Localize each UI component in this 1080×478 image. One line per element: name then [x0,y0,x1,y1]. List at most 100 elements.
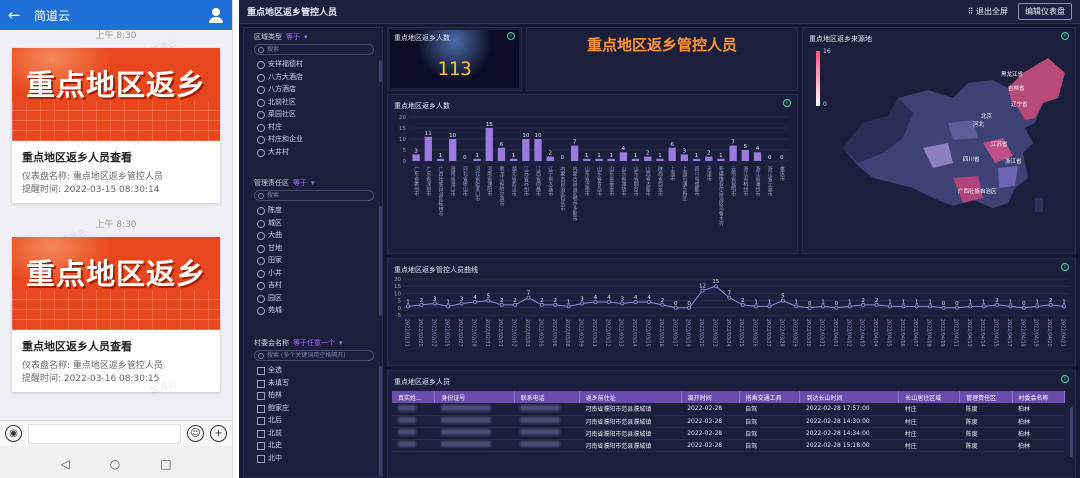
filter-search[interactable]: 搜索 [254,190,374,201]
filter-option[interactable]: 八方酒店 [244,83,384,96]
filter-option[interactable]: 小井 [244,267,384,280]
table-header[interactable]: 返乡前住址 [579,391,682,403]
table-header[interactable]: 身份证号 [434,391,515,403]
edit-dashboard-button[interactable]: 编辑仪表盘 [1018,3,1072,20]
filter-option[interactable]: 柏林 [244,389,384,402]
filter-option[interactable]: 大曲 [244,229,384,242]
scrollbar[interactable] [379,60,382,82]
filter-option[interactable]: 北后 [244,414,384,427]
table-row[interactable]: 河南省濮阳市范县濮城镇 2022-02-28 自驾 2022-02-28 14:30:… [392,415,1065,428]
x-tick-label: 山东省潍坊市 [620,165,626,197]
redacted-value [440,429,491,435]
filter-option[interactable]: 村庄 [244,121,384,134]
filter-option[interactable]: 八方大酒店 [244,71,384,84]
filter-option[interactable]: 北史 [244,439,384,452]
filter-option[interactable]: 城区 [244,217,384,230]
message-banner: 重点地区返乡 [12,48,220,141]
bar-value-label: 10 [449,133,456,139]
table-cell: 2022-02-28 [681,427,740,440]
filter-op[interactable]: 等于 [293,179,307,187]
message-card[interactable]: 重点地区返乡 重点地区返乡人员查看 仪表盘名称: 重点地区返乡管控人员 提醒时间… [12,48,220,203]
table-header[interactable]: 长山居住区域 [898,391,961,403]
filter-option[interactable]: 苑城 [244,304,384,317]
table-header[interactable]: 真实姓... [392,391,436,403]
filter-option[interactable]: 安祥福德村 [244,58,384,71]
user-icon[interactable] [208,7,224,23]
nav-home-icon[interactable]: ○ [110,457,120,471]
point-value-label: 1 [821,299,825,305]
emoji-icon[interactable]: ☺ [187,425,204,442]
info-icon[interactable]: i [783,99,791,107]
line-series [407,285,1065,309]
dashboard-title: 重点地区返乡管控人员 [247,8,338,18]
bar-value-label: 0 [561,155,565,161]
table-row[interactable]: 河南省濮阳市范县濮城镇 2022-02-28 自驾 2022-02-28 17:57:… [392,403,1065,416]
exit-fullscreen-button[interactable]: ⠿ 退出全屏 [968,6,1008,17]
filter-search[interactable]: 搜索 (多个关键词用空格隔开) [254,350,374,361]
bar-chart-panel: 重点地区返乡人数 i 0 5 10 15 20 3 广东省惠州市 11 广东省深圳市 1 广西壮族自… [387,94,798,254]
bar [497,147,506,161]
table-cell [392,415,435,428]
filter-option[interactable]: 甘地 [244,242,384,255]
china-map[interactable]: 黑龙江省吉林省辽宁省北京河北江苏省浙江省 四川省广西壮族自治区 [803,28,1077,255]
map-label: 广西壮族自治区 [958,187,997,195]
filter-option[interactable]: 全选 [244,364,384,377]
x-tick-label: 2022/04/14 [979,319,985,347]
filter-option[interactable]: 北前 [244,427,384,440]
filter-op[interactable]: 等于任意一个 [293,339,335,347]
filter-option[interactable]: 田家 [244,254,384,267]
table-cell [392,403,435,416]
table-header[interactable]: 搭乘交通工具 [739,391,801,403]
table-header[interactable]: 到达长山时间 [799,391,900,403]
filter-search[interactable]: 搜索 [254,44,374,55]
scrollbar[interactable] [379,366,382,476]
bar-value-label: 1 [695,153,699,159]
add-icon[interactable]: + [210,425,227,442]
bar-value-label: 2 [646,151,650,157]
filter-option[interactable]: 园区 [244,292,384,305]
filter-option[interactable]: 陈度 [244,204,384,217]
filter-label: 区域类型 [254,33,282,41]
filter-option[interactable]: 菜园社区 [244,108,384,121]
x-tick-label: 2022/04/02 [845,319,851,347]
filter-option[interactable]: 北前社区 [244,96,384,109]
point-value-label: 1 [902,299,906,305]
filter-option[interactable]: 北中 [244,452,384,465]
scrollbar[interactable] [1070,407,1073,457]
point-value-label: 1 [446,299,450,305]
voice-icon[interactable]: ◉ [5,425,22,442]
table-header[interactable]: 离开时间 [681,391,740,403]
filter-option[interactable]: 吉村 [244,279,384,292]
x-tick-label: 2022/02/20 [417,319,423,347]
info-icon[interactable]: i [1061,375,1069,383]
table-header[interactable]: 联系电话 [514,391,580,403]
filter-option[interactable]: 未填写 [244,377,384,390]
bar-value-label: 7 [573,140,577,146]
nav-recent-icon[interactable]: □ [160,457,171,471]
x-tick-label: 上海市浦东新区 [681,165,687,201]
message-input[interactable] [28,423,181,444]
filter-option[interactable]: 村庄和企业 [244,133,384,146]
bar [485,128,493,161]
x-tick-label: 天津市 [706,166,712,182]
x-tick-label: 广西壮族自治区桂林市 [437,165,443,217]
info-icon[interactable]: i [507,32,515,40]
table-header[interactable]: 村委会名称 [1012,391,1066,403]
table-header[interactable]: 管理责任区 [959,391,1013,403]
table-row[interactable]: 河南省濮阳市范县濮城镇 2022-02-28 自驾 2022-02-28 15:18:… [392,439,1065,452]
back-arrow-icon[interactable]: ← [8,6,34,24]
table-cell [434,439,515,452]
filter-option[interactable]: 大井村 [244,146,384,159]
x-tick-label: 江西省南昌市 [535,165,541,197]
filter-option[interactable]: 鲍家庄 [244,402,384,415]
table-row[interactable]: 河南省濮阳市范县濮城镇 2022-02-28 自驾 2022-02-28 14:34:… [392,427,1065,440]
message-card[interactable]: 重点地区返乡 重点地区返乡人员查看 仪表盘名称: 重点地区返乡管控人员 提醒时间… [12,237,220,392]
nav-back-icon[interactable]: ◁ [60,457,69,471]
x-tick-label: 山东省烟台市 [633,165,639,197]
scrollbar[interactable] [379,206,382,316]
x-tick-label: 2022/02/28 [470,319,476,347]
info-icon[interactable]: i [1061,263,1069,271]
point-value-label: 2 [995,298,999,304]
filter-op[interactable]: 等于 [286,33,300,41]
x-tick-label: 2022/04/18 [1019,319,1025,347]
